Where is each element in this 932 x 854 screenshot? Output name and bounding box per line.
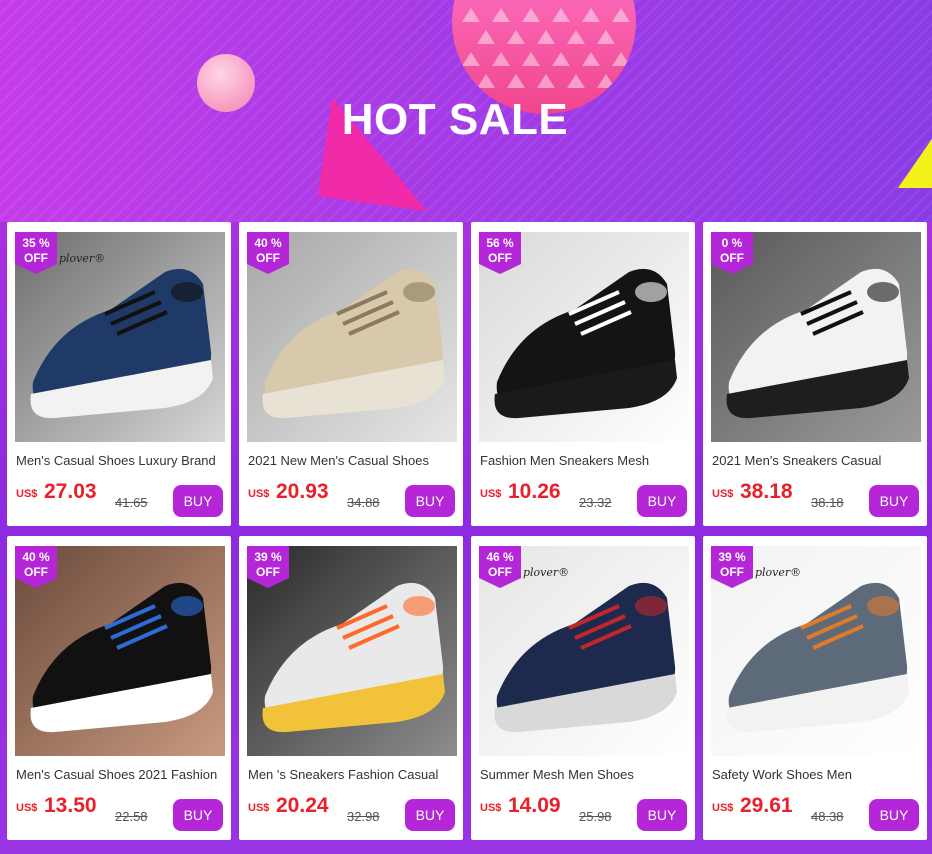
discount-badge: 39 % OFF — [247, 546, 295, 588]
discount-percent: 39 % — [718, 550, 746, 564]
product-title[interactable]: Fashion Men Sneakers Mesh — [480, 453, 690, 468]
currency-label: US$ — [712, 802, 734, 814]
sale-price: 20.24 — [276, 794, 329, 817]
discount-off-label: OFF — [256, 251, 280, 265]
original-price: 32.98 — [347, 809, 380, 824]
product-title[interactable]: 2021 New Men's Casual Shoes — [248, 453, 458, 468]
discount-badge: 39 % OFF — [711, 546, 759, 588]
sale-price: 20.93 — [276, 480, 329, 503]
discount-percent: 40 % — [22, 550, 50, 564]
currency-label: US$ — [248, 802, 270, 814]
discount-off-label: OFF — [256, 565, 280, 579]
discount-badge: 40 % OFF — [15, 546, 63, 588]
original-price: 23.32 — [579, 495, 612, 510]
currency-label: US$ — [480, 802, 502, 814]
buy-button[interactable]: BUY — [173, 485, 223, 517]
currency-label: US$ — [480, 488, 502, 500]
buy-button[interactable]: BUY — [405, 485, 455, 517]
original-price: 22.58 — [115, 809, 148, 824]
discount-off-label: OFF — [488, 251, 512, 265]
discount-percent: 40 % — [254, 236, 282, 250]
currency-label: US$ — [248, 488, 270, 500]
discount-badge: 0 % OFF — [711, 232, 759, 274]
discount-percent: 39 % — [254, 550, 282, 564]
product-card[interactable]: 40 % OFF 2021 New Men's Casual Shoes US$… — [239, 222, 463, 526]
discount-off-label: OFF — [24, 565, 48, 579]
product-title[interactable]: Men's Casual Shoes Luxury Brand — [16, 453, 226, 468]
brand-mark: plover® — [59, 252, 106, 265]
buy-button[interactable]: BUY — [637, 485, 687, 517]
original-price: 34.88 — [347, 495, 380, 510]
product-title[interactable]: Safety Work Shoes Men — [712, 767, 922, 782]
buy-button[interactable]: BUY — [173, 799, 223, 831]
currency-label: US$ — [16, 802, 38, 814]
sale-price: 10.26 — [508, 480, 561, 503]
product-card[interactable]: 40 % OFF Men's Casual Shoes 2021 Fashion… — [7, 536, 231, 840]
buy-button[interactable]: BUY — [405, 799, 455, 831]
discount-badge: 46 % OFF — [479, 546, 527, 588]
original-price: 25.98 — [579, 809, 612, 824]
banner-title: HOT SALE — [341, 95, 569, 144]
discount-percent: 56 % — [486, 236, 514, 250]
discount-badge: 40 % OFF — [247, 232, 295, 274]
product-title[interactable]: Men 's Sneakers Fashion Casual — [248, 767, 458, 782]
buy-button[interactable]: BUY — [637, 799, 687, 831]
brand-mark: plover® — [755, 566, 802, 579]
original-price: 48.38 — [811, 809, 844, 824]
currency-label: US$ — [16, 488, 38, 500]
discount-badge: 35 % OFF — [15, 232, 63, 274]
sale-price: 38.18 — [740, 480, 793, 503]
sale-price: 13.50 — [44, 794, 97, 817]
discount-off-label: OFF — [488, 565, 512, 579]
sale-price: 29.61 — [740, 794, 793, 817]
hot-sale-banner: HOT SALE — [0, 0, 932, 222]
discount-badge: 56 % OFF — [479, 232, 527, 274]
discount-off-label: OFF — [720, 251, 744, 265]
product-card[interactable]: 39 % OFF Men 's Sneakers Fashion Casual … — [239, 536, 463, 840]
currency-label: US$ — [712, 488, 734, 500]
discount-percent: 46 % — [486, 550, 514, 564]
buy-button[interactable]: BUY — [869, 799, 919, 831]
product-title[interactable]: 2021 Men's Sneakers Casual — [712, 453, 922, 468]
original-price: 38.18 — [811, 495, 844, 510]
buy-button[interactable]: BUY — [869, 485, 919, 517]
product-card[interactable]: 46 % OFF plover® Summer Mesh Men Shoes U… — [471, 536, 695, 840]
product-card[interactable]: 39 % OFF plover® Safety Work Shoes Men U… — [703, 536, 927, 840]
sale-price: 14.09 — [508, 794, 561, 817]
discount-off-label: OFF — [720, 565, 744, 579]
brand-mark: plover® — [523, 566, 570, 579]
original-price: 41.65 — [115, 495, 148, 510]
product-card[interactable]: 35 % OFF plover® Men's Casual Shoes Luxu… — [7, 222, 231, 526]
discount-off-label: OFF — [24, 251, 48, 265]
product-title[interactable]: Summer Mesh Men Shoes — [480, 767, 690, 782]
discount-percent: 0 % — [721, 236, 743, 250]
discount-percent: 35 % — [22, 236, 50, 250]
product-card[interactable]: 56 % OFF Fashion Men Sneakers Mesh US$ 1… — [471, 222, 695, 526]
product-title[interactable]: Men's Casual Shoes 2021 Fashion — [16, 767, 226, 782]
sale-price: 27.03 — [44, 480, 97, 503]
product-card[interactable]: 0 % OFF 2021 Men's Sneakers Casual US$ 3… — [703, 222, 927, 526]
